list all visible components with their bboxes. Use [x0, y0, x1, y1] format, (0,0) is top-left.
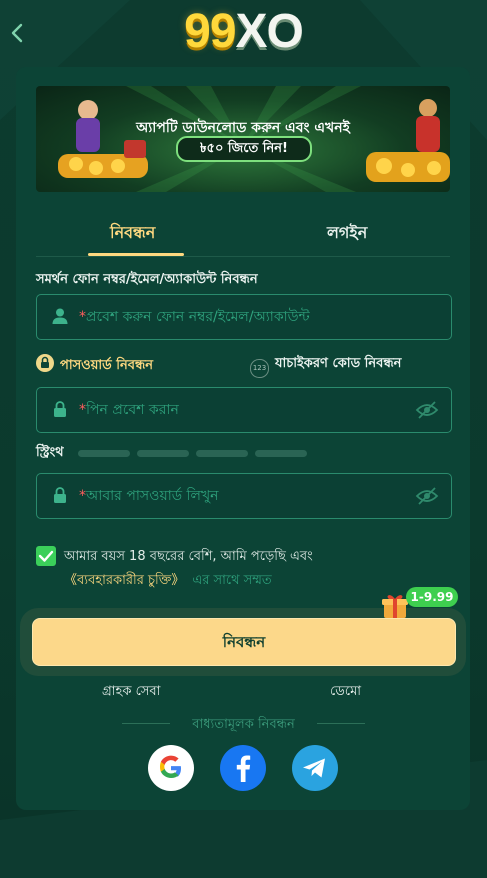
numeric-code-icon: 123 — [250, 359, 269, 378]
pin-input-placeholder: *পিন প্রবেশ করান — [79, 402, 179, 418]
strength-bar-3 — [196, 450, 248, 457]
lock-icon — [54, 401, 66, 417]
logo-letters: XO — [235, 5, 304, 58]
demo-link[interactable]: ডেমো — [330, 682, 361, 703]
register-button[interactable]: নিবন্ধন — [32, 618, 456, 666]
customer-service-link[interactable]: গ্রাহক সেবা — [102, 682, 160, 703]
mandatory-register-heading: বাধ্যতামূলক নিবন্ধন — [192, 717, 295, 732]
agree-checkbox[interactable] — [36, 546, 56, 566]
divider-right — [317, 723, 365, 724]
checkmark-icon — [38, 550, 54, 562]
tab-divider — [36, 256, 450, 257]
user-icon — [52, 308, 68, 324]
banner-bonus-pill: ৳৫০ জিতে নিন! — [176, 136, 312, 162]
tab-register[interactable]: নিবন্ধন — [110, 220, 155, 247]
strength-label: স্ট্রিংথ — [36, 445, 64, 460]
agree-text: আমার বয়স 18 বছরের বেশি, আমি পড়েছি এবং — [64, 549, 313, 564]
lock-icon — [54, 487, 66, 503]
google-login-button[interactable] — [148, 745, 194, 791]
promo-badge: 1-9.99 — [406, 587, 458, 607]
pin-input[interactable]: *পিন প্রবেশ করান — [36, 387, 452, 433]
telegram-icon — [303, 758, 325, 778]
confirm-password-input[interactable]: *আবার পাসওয়ার্ড লিখুন — [36, 473, 452, 519]
eye-off-icon[interactable] — [415, 486, 439, 506]
code-option-label: যাচাইকরণ কোড নিবন্ধন — [275, 356, 402, 371]
account-input-placeholder: *প্রবেশ করুন ফোন নম্বর/ইমেল/অ্যাকাউন্ট — [79, 309, 310, 325]
strength-bar-4 — [255, 450, 307, 457]
app-download-banner[interactable]: অ্যাপটি ডাউনলোড করুন এবং এখনই ৳৫০ জিতে ন… — [36, 86, 450, 192]
account-field-label: সমর্থন ফোন নম্বর/ইমেল/অ্যাকাউন্ট নিবন্ধন — [36, 272, 258, 287]
strength-bar-2 — [137, 450, 189, 457]
password-register-option[interactable]: পাসওয়ার্ড নিবন্ধন — [36, 354, 153, 377]
lock-badge-icon — [36, 354, 54, 372]
google-icon — [160, 755, 181, 778]
facebook-login-button[interactable] — [220, 745, 266, 791]
agree-text-line2: 《ব্যবহারকারীর চুক্তি》 এর সাথে সম্মত — [64, 569, 272, 592]
logo-number: 99 — [184, 5, 236, 58]
banner-character-right — [366, 99, 450, 182]
agree-suffix: এর সাথে সম্মত — [192, 573, 272, 588]
tab-login[interactable]: লগইন — [327, 220, 367, 247]
telegram-login-button[interactable] — [292, 745, 338, 791]
facebook-icon — [236, 755, 251, 782]
account-input[interactable]: *প্রবেশ করুন ফোন নম্বর/ইমেল/অ্যাকাউন্ট — [36, 294, 452, 340]
code-register-option[interactable]: 123 যাচাইকরণ কোড নিবন্ধন — [250, 354, 401, 378]
strength-bar-1 — [78, 450, 130, 457]
brand-logo: 99XO — [0, 4, 487, 59]
password-option-label: পাসওয়ার্ড নিবন্ধন — [60, 358, 154, 373]
eye-off-icon[interactable] — [415, 400, 439, 420]
confirm-input-placeholder: *আবার পাসওয়ার্ড লিখুন — [79, 488, 219, 504]
user-agreement-link[interactable]: 《ব্যবহারকারীর চুক্তি》 — [64, 573, 184, 588]
